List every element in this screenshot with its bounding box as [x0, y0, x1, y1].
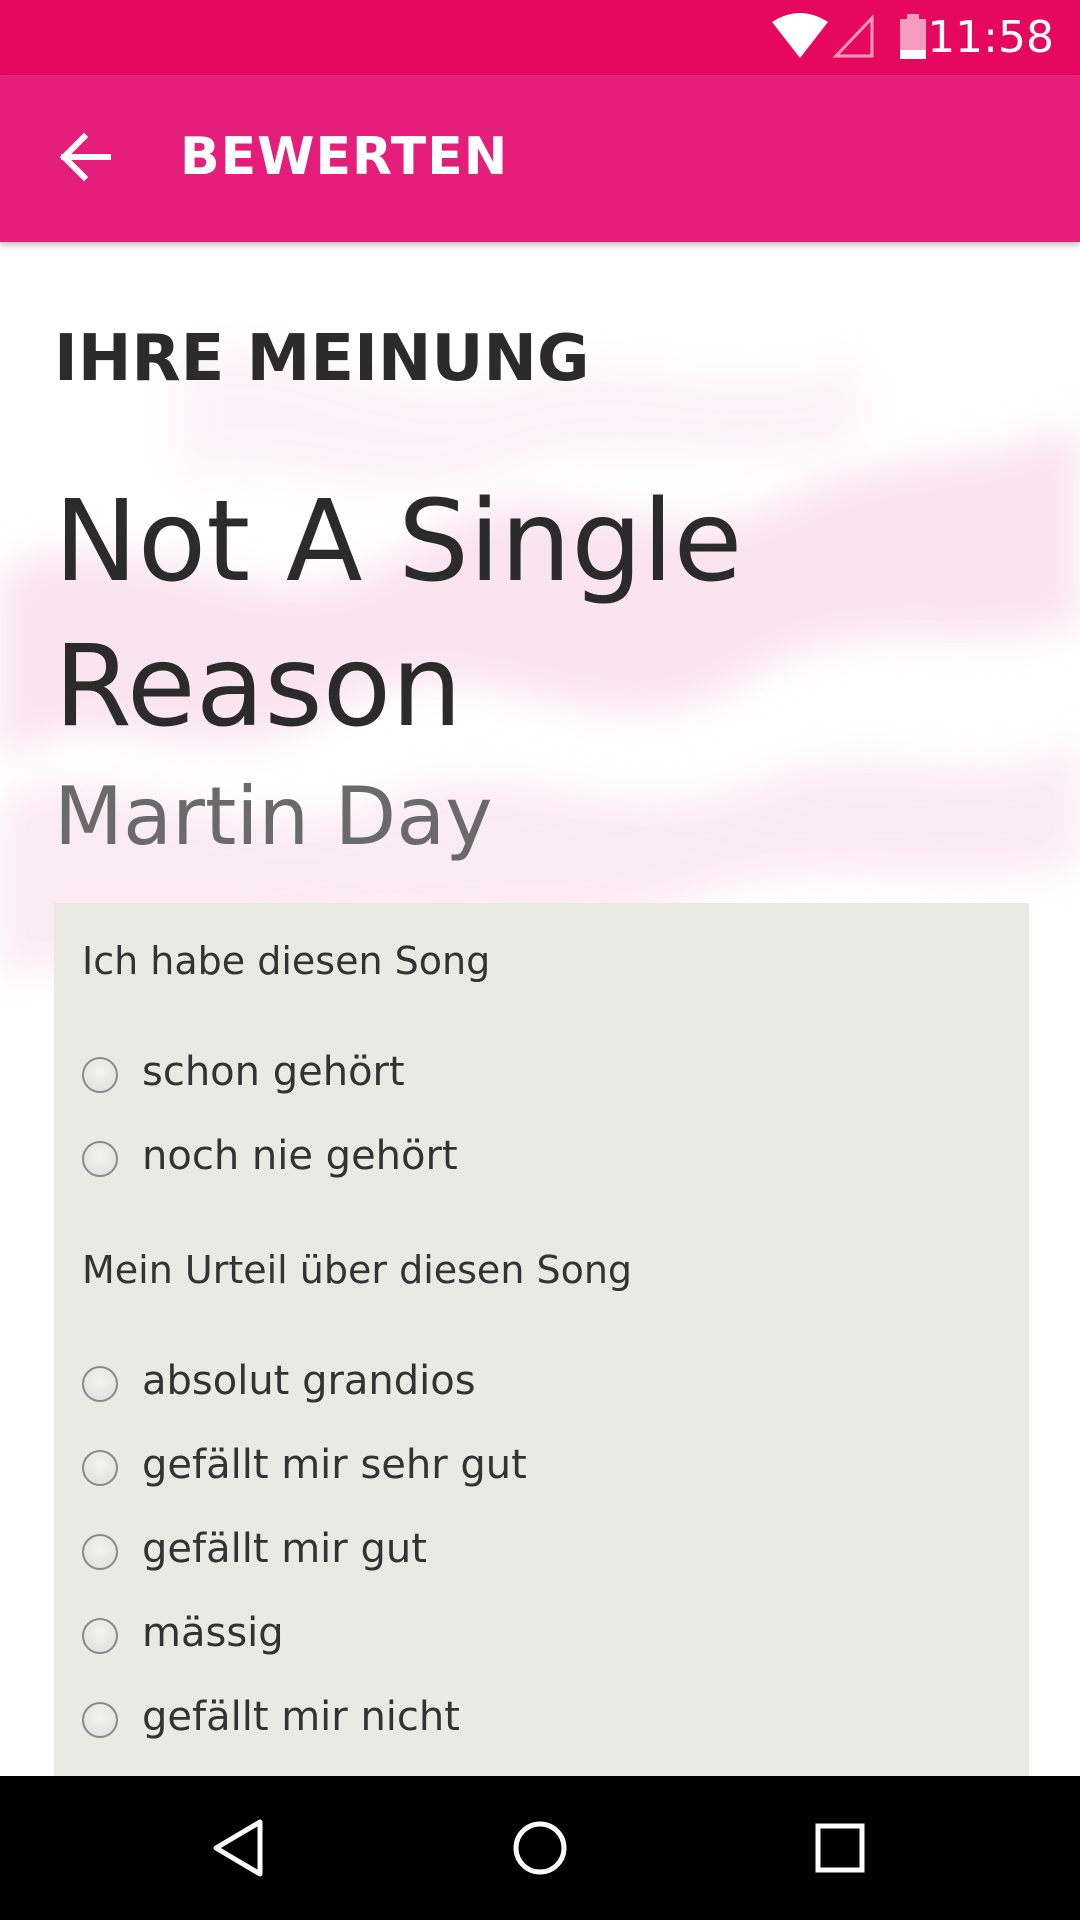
radio-option-absolut-grandios[interactable]: absolut grandios: [82, 1354, 982, 1414]
artist-name: Martin Day: [54, 770, 493, 863]
radio-label: noch nie gehört: [142, 1133, 458, 1179]
back-triangle-icon[interactable]: [208, 1816, 272, 1880]
section-title: IHRE MEINUNG: [54, 322, 590, 396]
rating-card: Ich habe diesen Song schon gehört noch n…: [54, 903, 1029, 1776]
radio-button[interactable]: [82, 1366, 118, 1402]
radio-option-sehr-gut[interactable]: gefällt mir sehr gut: [82, 1438, 982, 1498]
radio-option-gefaellt-nicht[interactable]: gefällt mir nicht: [82, 1690, 982, 1750]
radio-label: gefällt mir sehr gut: [142, 1442, 527, 1488]
radio-button[interactable]: [82, 1618, 118, 1654]
question-heard: Ich habe diesen Song: [82, 939, 491, 983]
battery-icon: [900, 14, 926, 59]
navigation-bar: [0, 1776, 1080, 1920]
rating-content[interactable]: IHRE MEINUNG Not A Single Reason Martin …: [0, 242, 1080, 1776]
app-bar-title: BEWERTEN: [180, 127, 509, 187]
radio-button[interactable]: [82, 1057, 118, 1093]
radio-label: gefällt mir nicht: [142, 1694, 460, 1740]
clock-time: 11:58: [927, 12, 1054, 63]
home-circle-icon[interactable]: [508, 1816, 572, 1880]
arrow-back-icon[interactable]: [56, 127, 116, 187]
radio-button[interactable]: [82, 1534, 118, 1570]
radio-option-noch-nie-gehoert[interactable]: noch nie gehört: [82, 1129, 982, 1189]
radio-button[interactable]: [82, 1141, 118, 1177]
recents-square-icon[interactable]: [808, 1816, 872, 1880]
question-judgement: Mein Urteil über diesen Song: [82, 1248, 633, 1292]
status-bar: 11:58: [0, 0, 1080, 75]
wifi-icon: [772, 13, 828, 58]
radio-label: mässig: [142, 1610, 284, 1656]
radio-button[interactable]: [82, 1450, 118, 1486]
radio-option-maessig[interactable]: mässig: [82, 1606, 982, 1666]
radio-label: absolut grandios: [142, 1358, 476, 1404]
radio-option-gut[interactable]: gefällt mir gut: [82, 1522, 982, 1582]
cell-signal-icon: [832, 14, 874, 58]
radio-button[interactable]: [82, 1702, 118, 1738]
radio-label: schon gehört: [142, 1049, 405, 1095]
radio-option-schon-gehoert[interactable]: schon gehört: [82, 1045, 982, 1105]
song-title: Not A Single Reason: [54, 477, 743, 752]
app-bar: BEWERTEN: [0, 75, 1080, 242]
radio-label: gefällt mir gut: [142, 1526, 427, 1572]
